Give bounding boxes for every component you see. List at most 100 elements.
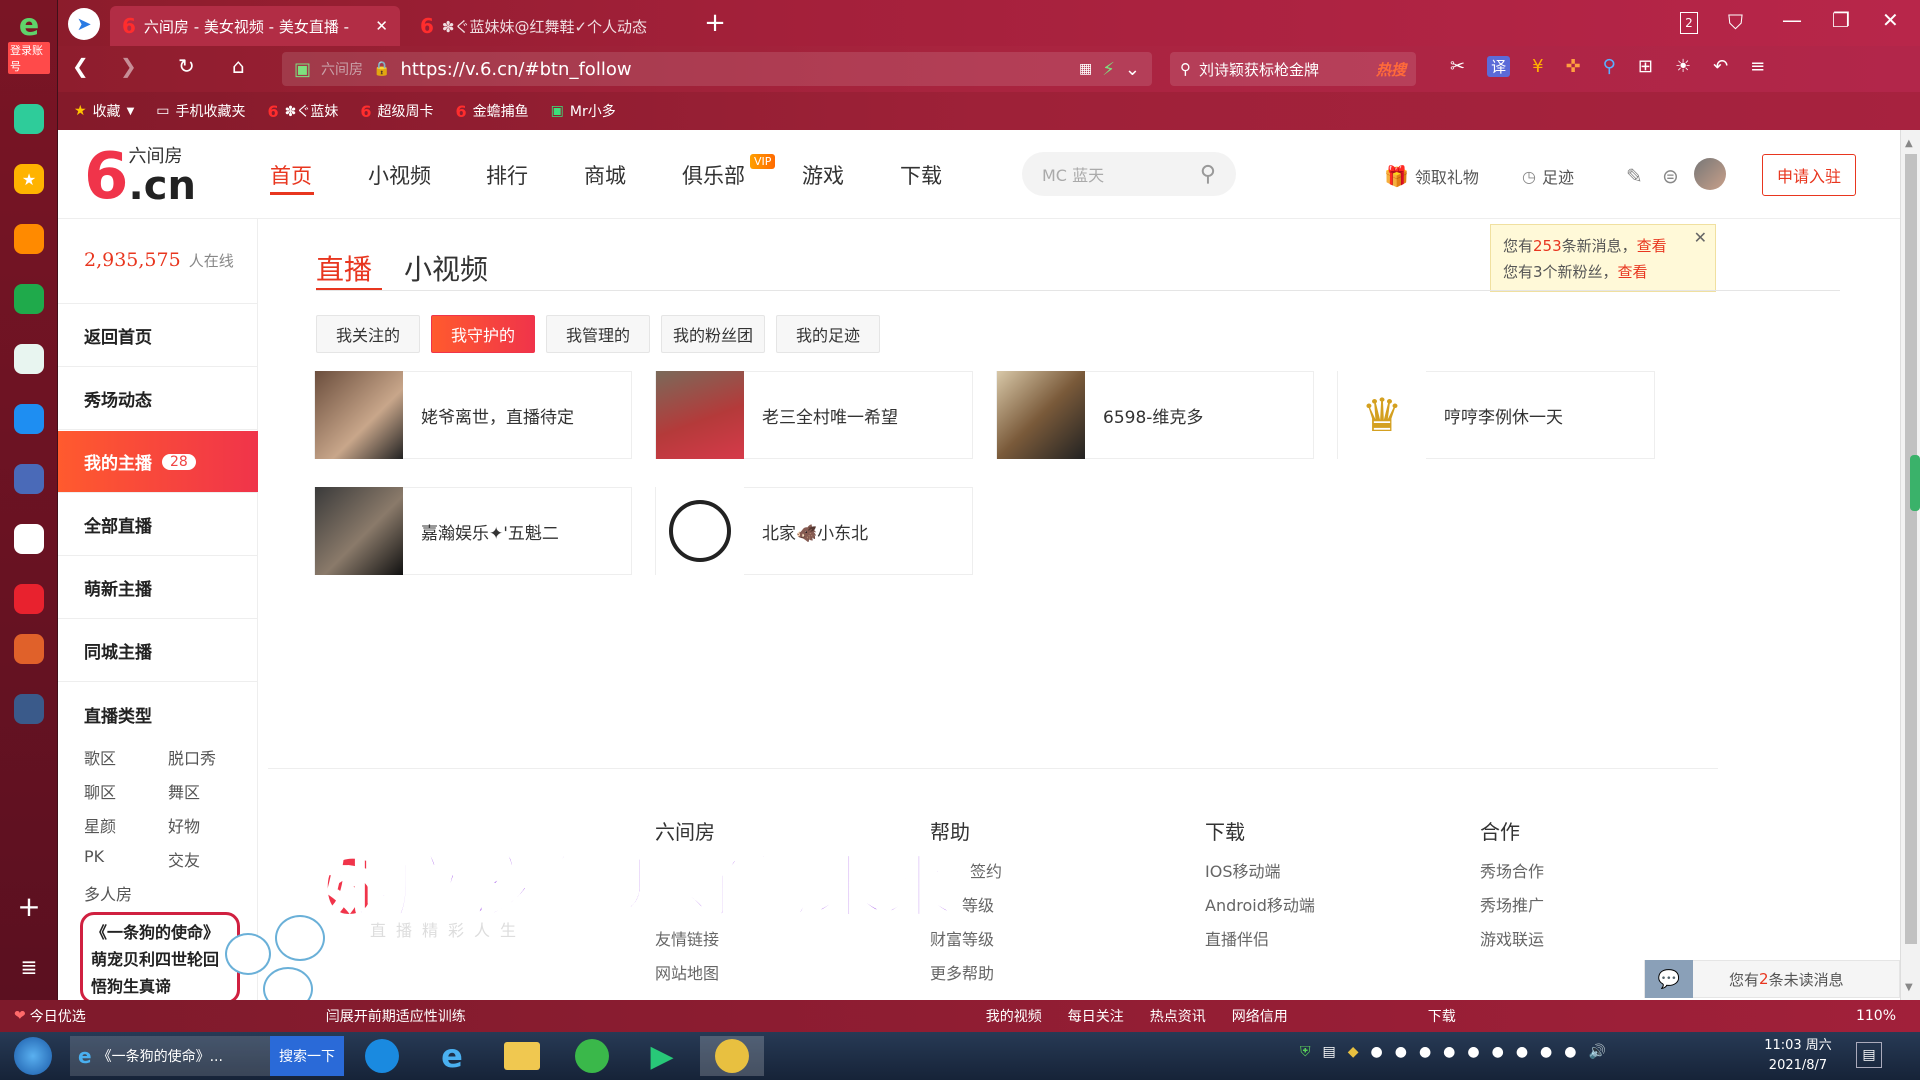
plus-app-icon[interactable] [14, 104, 44, 134]
status-link-daily[interactable]: 每日关注 [1068, 1006, 1124, 1026]
qq-icon[interactable]: ● [1467, 1044, 1479, 1060]
star-app-icon[interactable]: ★ [14, 164, 44, 194]
gift-link[interactable]: 🎁 领取礼物 [1384, 164, 1479, 188]
subcat-looks[interactable]: 星颜 [84, 813, 116, 837]
anchor-card[interactable]: 老三全村唯一希望 [655, 371, 973, 459]
address-bar[interactable]: ▣ 六间房 🔒 https://v.6.cn/#btn_follow ▦ ⚡ ⌄ [282, 52, 1152, 86]
game-app-icon[interactable] [14, 634, 44, 664]
tab-live[interactable]: 直播 [316, 248, 372, 288]
qr-icon[interactable]: ▦ [1079, 61, 1092, 77]
login-widget[interactable]: e 登录账号 [8, 10, 50, 74]
sidebar-item-new-anchors[interactable]: 萌新主播 [58, 557, 258, 619]
p-app-icon[interactable] [14, 404, 44, 434]
back-icon[interactable]: ❮ [72, 54, 89, 78]
zoom-level[interactable]: 110% [1856, 1008, 1896, 1024]
filter-following[interactable]: 我关注的 [316, 315, 420, 353]
nav-games[interactable]: 游戏 [802, 160, 844, 190]
cloud-icon[interactable] [14, 344, 44, 374]
game2-app-icon[interactable] [14, 694, 44, 724]
footer-link[interactable]: 秀场推广 [1480, 892, 1544, 926]
translate-icon[interactable]: 译 [1487, 56, 1511, 77]
anchor-card[interactable]: ♛ 哼哼李例休一天 [1337, 371, 1655, 459]
status-link-hotnews[interactable]: 热点资讯 [1150, 1006, 1206, 1026]
sun-icon[interactable]: ☀ [1675, 56, 1691, 77]
scroll-down-icon[interactable]: ▼ [1905, 982, 1913, 993]
bookmark-mrxiaoduo[interactable]: ▣ Mr小多 [551, 92, 616, 130]
magnifier-icon[interactable]: ⚲ [1603, 56, 1616, 77]
footer-link[interactable]: IOS移动端 [1205, 858, 1315, 892]
subcat-pk[interactable]: PK [84, 847, 104, 866]
sidebar-item-dynamic[interactable]: 秀场动态 [58, 368, 258, 430]
footer-link[interactable]: Android移动端 [1205, 892, 1315, 926]
qq-icon[interactable]: ● [1564, 1044, 1576, 1060]
login-label[interactable]: 登录账号 [8, 42, 50, 74]
sidebar-item-local[interactable]: 同城主播 [58, 620, 258, 682]
anchor-card[interactable]: 北家🐗小东北 [655, 487, 973, 575]
subcat-dance[interactable]: 舞区 [168, 779, 200, 803]
qq-icon[interactable]: ● [1492, 1044, 1504, 1060]
subcat-multiroom[interactable]: 多人房 [84, 881, 132, 905]
folder-icon[interactable] [490, 1036, 554, 1076]
bolt-icon[interactable]: ⚡ [1102, 59, 1115, 80]
scroll-up-icon[interactable]: ▲ [1905, 138, 1913, 149]
browser-search-box[interactable]: ⚲ 刘诗颖获标枪金牌 热搜 [1170, 52, 1416, 86]
start-button[interactable] [8, 1036, 58, 1076]
page-scrollbar[interactable]: ▲ ▼ [1900, 130, 1920, 1000]
add-app-icon[interactable]: + [14, 890, 44, 923]
news-ticker[interactable]: 闫展开前期适应性训练 [326, 1006, 466, 1026]
tray-app-icon[interactable]: ◆ [1348, 1044, 1359, 1060]
qq-icon[interactable]: ● [1443, 1044, 1455, 1060]
nav-club[interactable]: 俱乐部 [682, 160, 745, 190]
sidebar-item-home[interactable]: 返回首页 [58, 305, 258, 367]
gamepad-icon[interactable]: ✜ [1566, 56, 1581, 77]
subcat-talkshow[interactable]: 脱口秀 [168, 745, 216, 769]
bookmark-fishing[interactable]: 6 金蟾捕鱼 [456, 92, 529, 130]
undo-icon[interactable]: ↶ [1713, 56, 1728, 77]
footer-link[interactable]: 网站地图 [655, 960, 719, 994]
media-app-icon[interactable] [700, 1036, 764, 1076]
minimize-icon[interactable]: — [1782, 8, 1802, 32]
status-link-myvideo[interactable]: 我的视频 [986, 1006, 1042, 1026]
anchor-card[interactable]: 6598-维克多 [996, 371, 1314, 459]
close-window-icon[interactable]: ✕ [1882, 8, 1899, 32]
nav-download[interactable]: 下载 [900, 160, 942, 190]
browser-360-icon[interactable] [560, 1036, 624, 1076]
restore-icon[interactable]: ❐ [1832, 8, 1850, 32]
k-app-icon[interactable] [350, 1036, 414, 1076]
notif-view-link[interactable]: 查看 [1637, 237, 1667, 255]
send-icon[interactable]: ➤ [68, 8, 100, 40]
side-handle[interactable] [1910, 455, 1920, 511]
message-icon[interactable]: ⊜ [1662, 164, 1679, 188]
avatar[interactable] [1694, 158, 1726, 190]
subcat-singing[interactable]: 歌区 [84, 745, 116, 769]
forward-icon[interactable]: ❯ [120, 54, 137, 78]
doc-app-icon[interactable] [14, 524, 44, 554]
site-search[interactable]: MC 蓝天 ⚲ [1022, 152, 1236, 196]
filter-guarding[interactable]: 我守护的 [431, 315, 535, 353]
filter-footprint[interactable]: 我的足迹 [776, 315, 880, 353]
weibo-icon[interactable] [14, 224, 44, 254]
status-link-credit[interactable]: 网络信用 [1232, 1006, 1288, 1026]
chevron-down-icon[interactable]: ⌄ [1125, 59, 1140, 80]
tray-app-icon[interactable]: ▤ [1323, 1044, 1336, 1060]
footer-link[interactable]: 财富等级 [930, 926, 1002, 960]
search-icon[interactable]: ⚲ [1200, 162, 1216, 187]
close-icon[interactable]: ✕ [1694, 225, 1707, 251]
anchor-card[interactable]: 姥爷离世，直播待定 [314, 371, 632, 459]
sidebar-item-all-live[interactable]: 全部直播 [58, 494, 258, 556]
scissors-icon[interactable]: ✂ [1450, 56, 1465, 77]
nav-shortvideo[interactable]: 小视频 [368, 160, 431, 190]
today-picks[interactable]: ❤ 今日优选 [14, 1006, 86, 1026]
tab-profile[interactable]: 6 ✽ぐ蓝妹妹@红舞鞋✓个人动态 [408, 6, 678, 46]
footer-link[interactable]: 友情链接 [655, 926, 719, 960]
subcat-goods[interactable]: 好物 [168, 813, 200, 837]
grid-icon[interactable]: ⊞ [1638, 56, 1653, 77]
home-icon[interactable]: ⌂ [232, 54, 245, 78]
news-app-icon[interactable] [14, 464, 44, 494]
footer-link[interactable]: 秀场合作 [1480, 858, 1544, 892]
subcat-chat[interactable]: 聊区 [84, 779, 116, 803]
tab-counter[interactable]: 2 [1680, 12, 1698, 34]
nav-rank[interactable]: 排行 [486, 160, 528, 190]
shirt-icon[interactable]: ⛉ [1728, 10, 1743, 34]
taskbar-search[interactable]: 搜索一下 [270, 1036, 344, 1076]
